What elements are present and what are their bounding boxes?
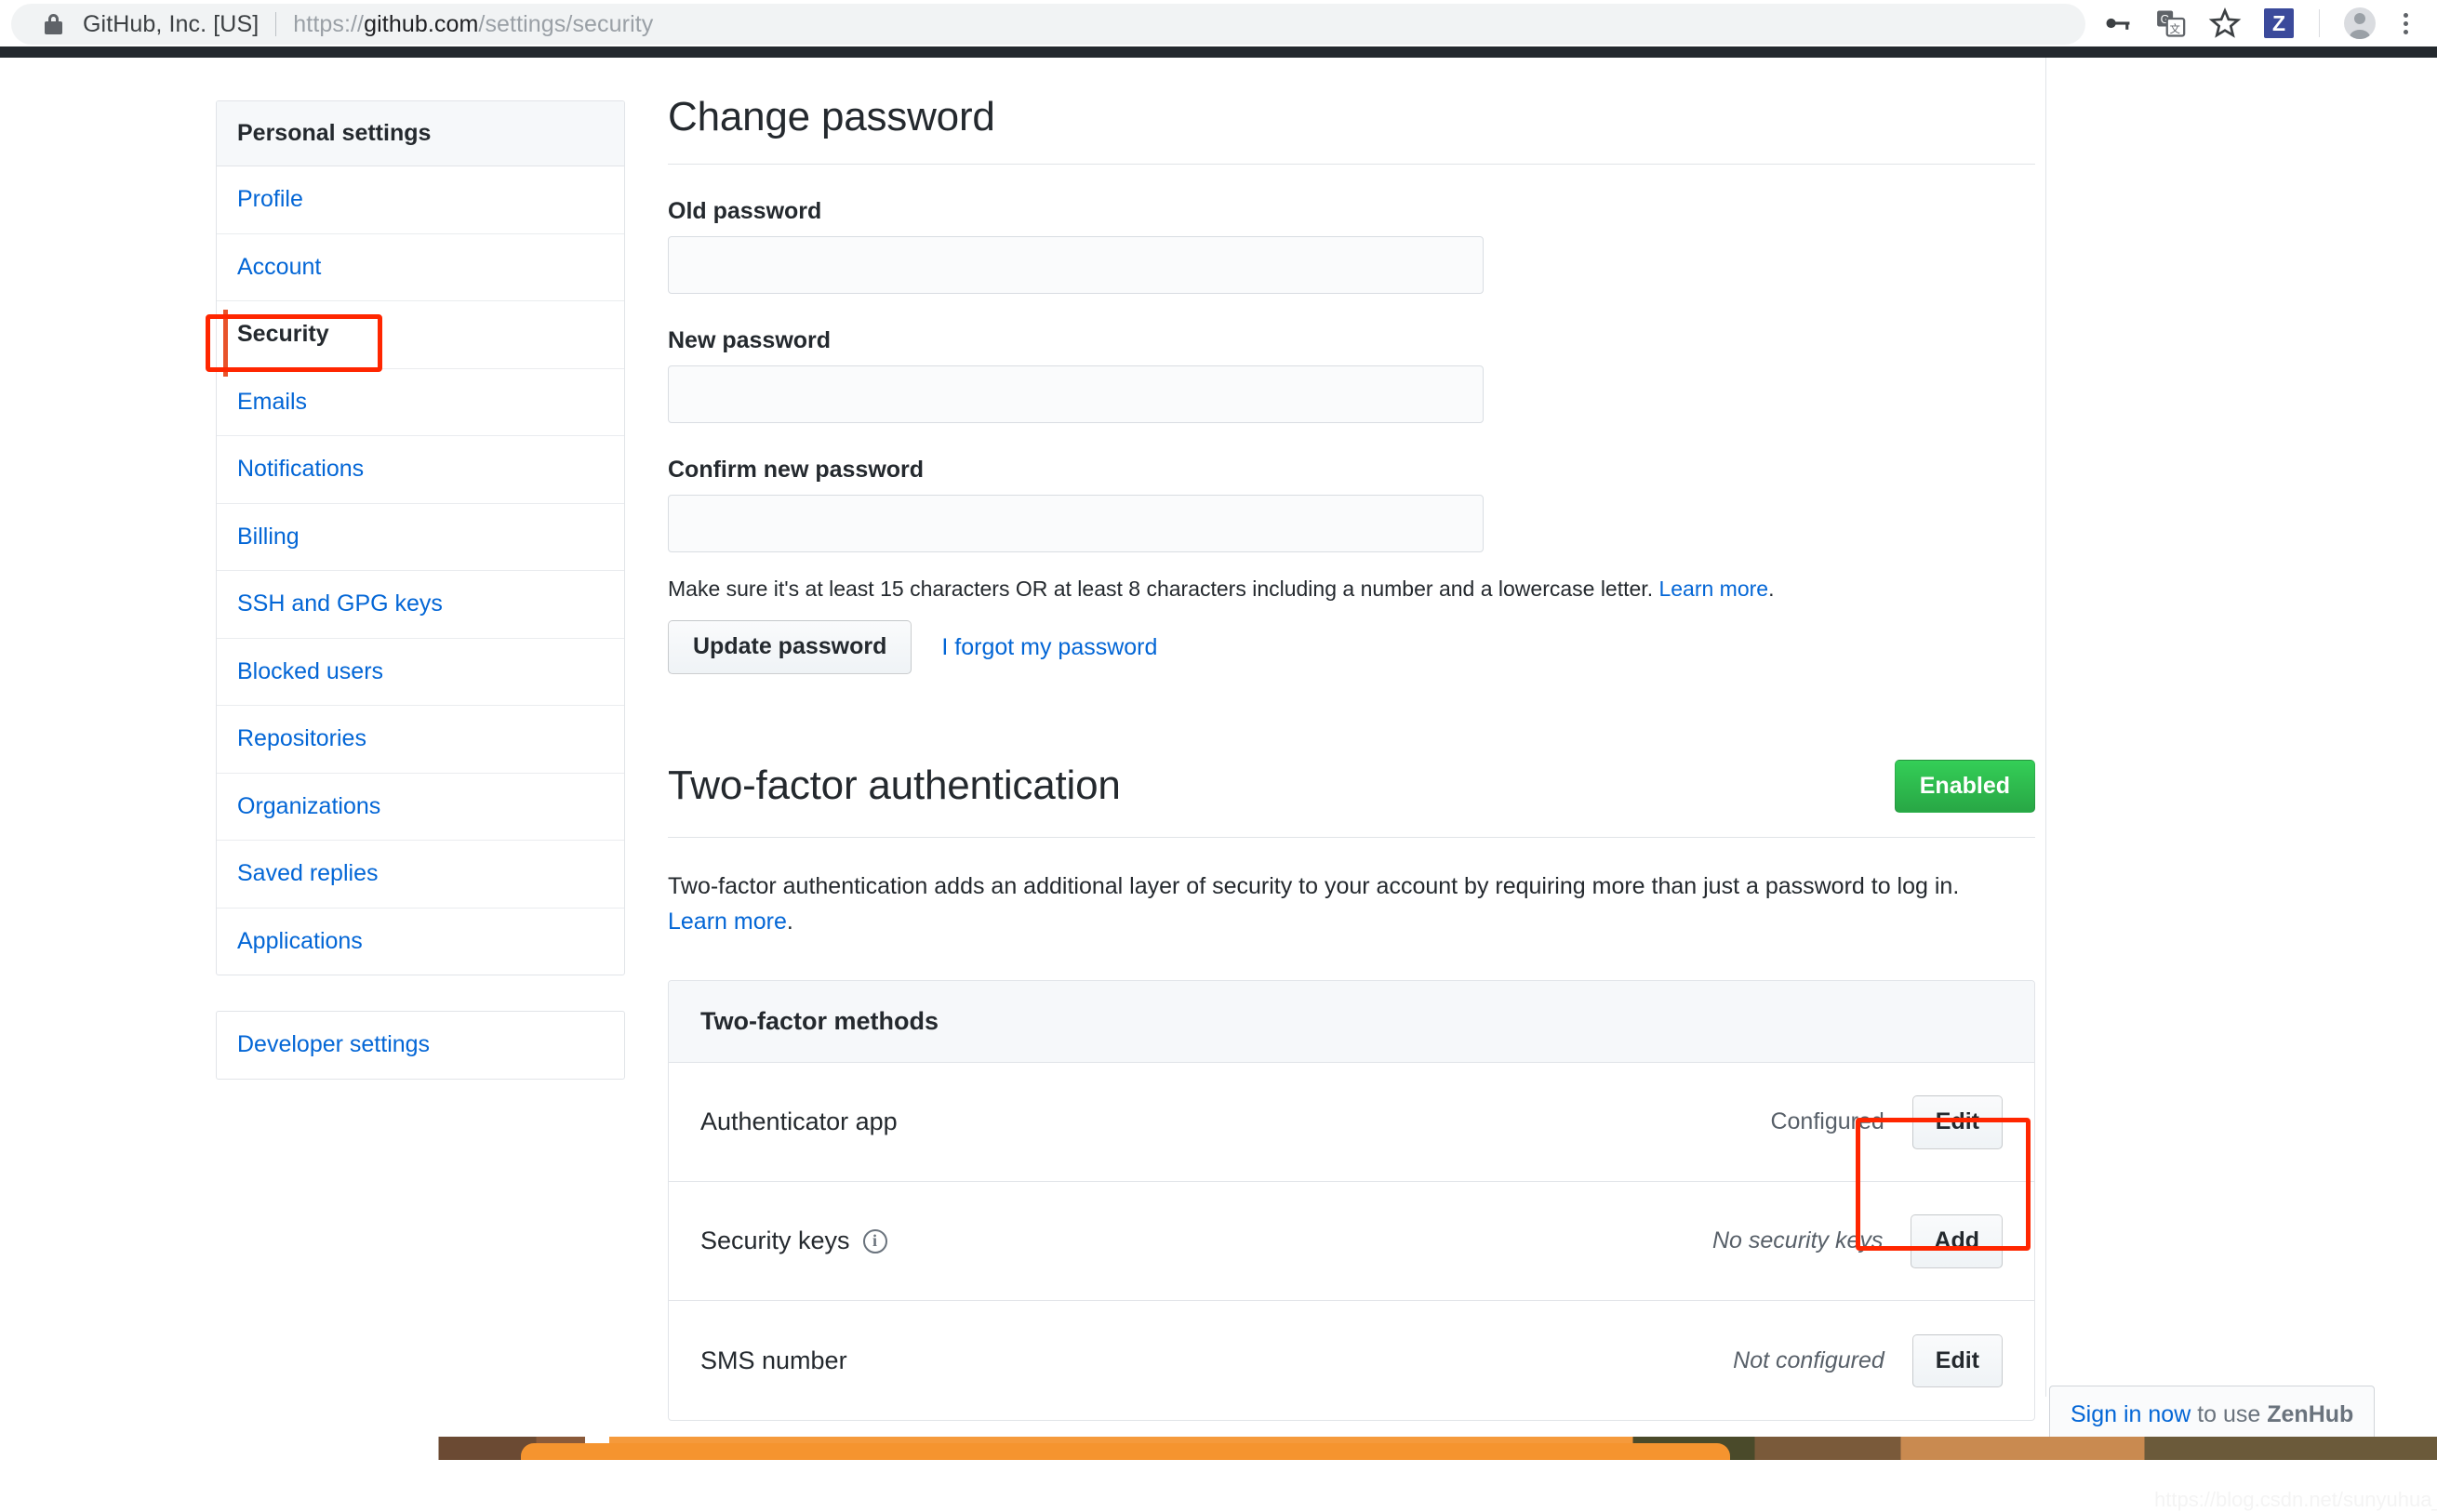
- title-divider: [668, 164, 2035, 165]
- sidebar-item-billing[interactable]: Billing: [217, 504, 624, 572]
- confirm-password-input[interactable]: [668, 495, 1484, 552]
- developer-settings-nav: Developer settings: [216, 1011, 625, 1080]
- star-icon[interactable]: [2198, 0, 2252, 46]
- two-factor-description: Two-factor authentication adds an additi…: [668, 869, 1998, 939]
- password-actions: Update password I forgot my password: [668, 620, 2035, 674]
- kebab-menu-icon[interactable]: [2387, 0, 2424, 46]
- sidebar-item-account[interactable]: Account: [217, 234, 624, 302]
- old-password-input[interactable]: [668, 236, 1484, 294]
- password-learn-more-link[interactable]: Learn more: [1658, 577, 1768, 601]
- zenhub-signin-link[interactable]: Sign in now: [2071, 1401, 2191, 1427]
- personal-settings-nav: Personal settings Profile Account Securi…: [216, 100, 625, 975]
- password-requirements-hint: Make sure it's at least 15 characters OR…: [668, 577, 2035, 602]
- settings-page: Personal settings Profile Account Securi…: [0, 58, 2437, 1443]
- page-top-dark-bar: [0, 46, 2437, 58]
- sidebar-header: Personal settings: [217, 101, 624, 166]
- table-row: SMS number Not configured Edit: [669, 1301, 2034, 1420]
- change-password-title: Change password: [668, 95, 2035, 139]
- method-name-security-keys: Security keys i: [700, 1227, 887, 1255]
- omnibox-divider: [275, 12, 276, 36]
- security-keys-add-button[interactable]: Add: [1911, 1214, 2003, 1268]
- zenhub-badge-letter: Z: [2264, 8, 2294, 38]
- table-row: Security keys i No security keys Add: [669, 1182, 2034, 1301]
- two-factor-header-row: Two-factor authentication Enabled: [668, 760, 2035, 814]
- two-factor-methods-card: Two-factor methods Authenticator app Con…: [668, 980, 2035, 1421]
- key-icon[interactable]: [2090, 0, 2144, 46]
- method-name-sms-number: SMS number: [700, 1346, 847, 1375]
- zenhub-banner-middle: to use: [2191, 1401, 2267, 1427]
- sidebar-item-repositories[interactable]: Repositories: [217, 706, 624, 774]
- desktop-dock: [521, 1443, 1730, 1460]
- sidebar-item-profile[interactable]: Profile: [217, 166, 624, 234]
- site-identity-label: GitHub, Inc. [US]: [83, 11, 259, 38]
- annotation-tick-security: [223, 310, 228, 377]
- lock-icon: [45, 14, 62, 34]
- method-status-security-keys: No security keys: [1712, 1227, 1883, 1254]
- browser-toolbar: GitHub, Inc. [US] https://github.com/set…: [0, 0, 2437, 46]
- url-text: https://github.com/settings/security: [293, 11, 653, 38]
- sidebar-item-developer-settings[interactable]: Developer settings: [217, 1012, 624, 1079]
- new-password-label: New password: [668, 327, 2035, 354]
- confirm-password-label: Confirm new password: [668, 457, 2035, 484]
- desktop-wallpaper-strip: [0, 1437, 2437, 1460]
- url-path: /settings/security: [478, 11, 653, 37]
- sidebar-item-notifications[interactable]: Notifications: [217, 436, 624, 504]
- watermark-text: https://blog.csdn.net/sunyuhua_keyboard: [2154, 1488, 2437, 1512]
- sidebar-item-security[interactable]: Security: [217, 301, 624, 369]
- forgot-password-link[interactable]: I forgot my password: [941, 634, 1157, 661]
- table-row: Authenticator app Configured Edit: [669, 1063, 2034, 1182]
- profile-avatar-icon[interactable]: [2333, 0, 2387, 46]
- zenhub-extension-icon[interactable]: Z: [2252, 0, 2306, 46]
- sidebar-item-applications[interactable]: Applications: [217, 909, 624, 975]
- two-factor-methods-header: Two-factor methods: [669, 981, 2034, 1063]
- method-name-authenticator-app: Authenticator app: [700, 1107, 898, 1136]
- hint-text: Make sure it's at least 15 characters OR…: [668, 577, 1658, 601]
- content-right-rail: [2045, 58, 2046, 1397]
- info-icon[interactable]: i: [863, 1229, 887, 1253]
- settings-sidebar: Personal settings Profile Account Securi…: [216, 100, 625, 1080]
- two-factor-description-text: Two-factor authentication adds an additi…: [668, 873, 1959, 899]
- two-factor-title: Two-factor authentication: [668, 763, 1121, 808]
- hint-tail: .: [1768, 577, 1774, 601]
- two-factor-learn-more-link[interactable]: Learn more: [668, 909, 787, 935]
- sidebar-item-blocked-users[interactable]: Blocked users: [217, 639, 624, 707]
- two-factor-status-badge: Enabled: [1895, 760, 2035, 814]
- old-password-label: Old password: [668, 198, 2035, 225]
- svg-text:文: 文: [2170, 22, 2180, 35]
- address-bar[interactable]: GitHub, Inc. [US] https://github.com/set…: [11, 4, 2085, 45]
- two-factor-description-tail: .: [787, 909, 793, 935]
- sidebar-item-organizations[interactable]: Organizations: [217, 774, 624, 842]
- settings-main-content: Change password Old password New passwor…: [668, 95, 2035, 1421]
- translate-icon[interactable]: G 文: [2144, 0, 2198, 46]
- toolbar-divider: [2319, 9, 2320, 37]
- update-password-button[interactable]: Update password: [668, 620, 912, 674]
- authenticator-app-edit-button[interactable]: Edit: [1912, 1095, 2003, 1149]
- toolbar-actions: G 文 Z: [2090, 0, 2424, 46]
- zenhub-signin-banner[interactable]: Sign in now to use ZenHub: [2049, 1386, 2375, 1444]
- method-status-authenticator-app: Configured: [1770, 1108, 1884, 1135]
- sidebar-item-ssh-and-gpg-keys[interactable]: SSH and GPG keys: [217, 571, 624, 639]
- security-keys-label: Security keys: [700, 1227, 850, 1255]
- url-scheme: https://: [293, 11, 364, 37]
- sidebar-item-saved-replies[interactable]: Saved replies: [217, 841, 624, 909]
- url-host: github.com: [364, 11, 478, 37]
- two-factor-divider: [668, 837, 2035, 838]
- method-status-sms-number: Not configured: [1733, 1347, 1884, 1374]
- zenhub-brand-label: ZenHub: [2267, 1401, 2353, 1427]
- new-password-input[interactable]: [668, 365, 1484, 423]
- sidebar-item-emails[interactable]: Emails: [217, 369, 624, 437]
- sms-number-edit-button[interactable]: Edit: [1912, 1334, 2003, 1388]
